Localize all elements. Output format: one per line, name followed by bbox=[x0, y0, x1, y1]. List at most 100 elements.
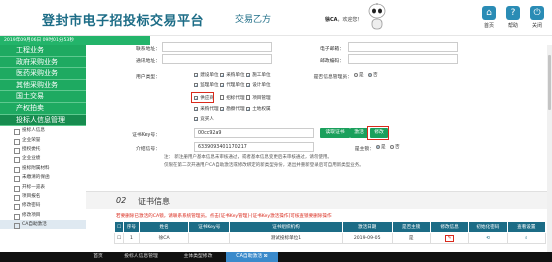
email-input[interactable] bbox=[348, 42, 458, 52]
reset-icon[interactable]: ⟲ bbox=[486, 236, 490, 241]
checkbox-icon: ✓ bbox=[246, 106, 251, 112]
postal-input[interactable] bbox=[162, 54, 272, 64]
col-view: 查看设置 bbox=[506, 221, 547, 233]
delete-warning: 若要删除已激活的CA锁，请联系系统管理员。点击[证书Key管理]-[证书Key激… bbox=[116, 214, 332, 219]
section-title: 证书信息 bbox=[138, 197, 170, 206]
sidebar-group-engineering[interactable]: 工程业务 bbox=[0, 45, 86, 57]
type-checkbox-designer[interactable]: ✓ 设计单位 bbox=[246, 82, 271, 88]
edit-icon[interactable]: ✎ bbox=[444, 234, 455, 242]
read-cert-button[interactable]: 读取证书 bbox=[320, 128, 350, 138]
type-checkbox-project-mgmt[interactable]: 项目管理 bbox=[246, 95, 271, 101]
scrollbar-thumb[interactable] bbox=[548, 55, 551, 110]
col-org: 证书组织机构 bbox=[229, 221, 343, 233]
greeting-text: ，欢迎您！ bbox=[337, 17, 363, 23]
col-modify: 修改信息 bbox=[429, 221, 470, 233]
sidebar-item-registration[interactable]: 项目报名 bbox=[0, 191, 86, 202]
sidebar-item-guarantee[interactable]: 未缴清的保函 bbox=[0, 173, 86, 183]
sidebar-group-land[interactable]: 国土交易 bbox=[0, 91, 86, 103]
sidebar-group-other-procurement[interactable]: 其他采购业务 bbox=[0, 79, 86, 92]
checkbox-icon: ✓ bbox=[194, 116, 199, 122]
cell-init-pwd[interactable]: ⟲ bbox=[468, 232, 508, 244]
user-name: 徐CA bbox=[325, 17, 338, 23]
sidebar-item-attachments[interactable]: 投标附属材料 bbox=[0, 163, 86, 174]
col-key: 证书Key号 bbox=[188, 221, 231, 233]
sidebar-group-property[interactable]: 产权拍卖 bbox=[0, 102, 86, 115]
cell-name: 徐CA bbox=[138, 232, 190, 244]
sidebar-item-ca-activate[interactable]: CA自助激活 bbox=[0, 220, 86, 230]
contact-addr-input[interactable] bbox=[162, 42, 272, 52]
home-button[interactable]: ⌂ 首页 bbox=[477, 6, 501, 29]
col-name: 姓名 bbox=[138, 221, 190, 233]
checkbox-icon: ✓ bbox=[220, 106, 225, 112]
cell-modify[interactable]: ✎ bbox=[429, 232, 470, 244]
activate-button[interactable]: 激活 bbox=[350, 128, 368, 138]
sidebar-item-honors[interactable]: 企业荣誉 bbox=[0, 135, 86, 145]
row-checkbox[interactable]: ☐ bbox=[113, 232, 125, 244]
view-icon[interactable]: ⌕ bbox=[525, 236, 528, 241]
cell-view[interactable]: ⌕ bbox=[506, 232, 547, 244]
bottom-tabbar: 首页 投标人信息管理 主体类型修改 CA自助激活 ⊠ bbox=[0, 252, 552, 262]
sidebar-item-edit-project[interactable]: 修改项目 bbox=[0, 210, 86, 221]
type-checkbox-land-owner[interactable]: ✓ 土地权属 bbox=[246, 106, 271, 112]
checkbox-icon: ✓ bbox=[246, 72, 251, 78]
main-key-radio-yes[interactable]: 是 bbox=[376, 144, 386, 150]
intro-input[interactable]: 6339093401170217 bbox=[194, 142, 314, 152]
home-label: 首页 bbox=[483, 23, 494, 29]
tab-ca-activate[interactable]: CA自助激活 ⊠ bbox=[226, 252, 278, 262]
cell-no: 1 bbox=[123, 232, 140, 244]
home-icon: ⌂ bbox=[482, 6, 496, 20]
sidebar-item-authorization[interactable]: 授权委托 bbox=[0, 144, 86, 155]
radio-icon bbox=[376, 144, 380, 149]
checkbox-icon: ✓ bbox=[246, 82, 251, 88]
admin-radio-yes[interactable]: 是 bbox=[354, 72, 364, 78]
help-label: 帮助 bbox=[507, 23, 518, 29]
sidebar-item-bidder-info[interactable]: 投标人信息 bbox=[0, 126, 86, 136]
select-all-checkbox[interactable]: ☐ bbox=[113, 221, 125, 233]
checkbox-icon bbox=[220, 95, 225, 100]
cert-key-input[interactable]: 00cc92a9 bbox=[194, 128, 314, 138]
postal-label: 通讯地址： bbox=[136, 59, 160, 64]
type-checkbox-survey-agent[interactable]: ✓ 勘察代理 bbox=[220, 106, 245, 112]
main-key-label: 是主锁： bbox=[354, 147, 374, 152]
admin-radio-no[interactable]: 否 bbox=[368, 72, 378, 78]
type-checkbox-supervisor[interactable]: ✓ 监理单位 bbox=[194, 82, 219, 88]
type-checkbox-purchase-agent[interactable]: ✓ 采购代理 bbox=[194, 106, 219, 112]
radio-icon bbox=[368, 72, 372, 77]
tab-home[interactable]: 首页 bbox=[84, 252, 112, 262]
sidebar-item-performance[interactable]: 企业业绩 bbox=[0, 154, 86, 164]
type-checkbox-bid-agent[interactable]: 招标代理 bbox=[220, 95, 245, 101]
type-checkbox-contractor[interactable]: ✓ 施工单位 bbox=[246, 72, 271, 78]
modify-highlight bbox=[367, 126, 389, 140]
sidebar-group-medical-procurement[interactable]: 医药采购业务 bbox=[0, 68, 86, 80]
help-button[interactable]: ? 帮助 bbox=[501, 6, 525, 29]
role-label: 交易乙方 bbox=[235, 15, 272, 25]
type-checkbox-construction[interactable]: ✓ 建设单位 bbox=[194, 72, 219, 78]
col-no: 序号 bbox=[123, 221, 140, 233]
section-number: 02 bbox=[116, 196, 127, 205]
postcode-input[interactable] bbox=[348, 54, 458, 64]
checkbox-icon: ✓ bbox=[194, 106, 199, 112]
close-button[interactable]: ⏻ 关闭 bbox=[525, 6, 549, 29]
mascot-robot-icon bbox=[368, 3, 386, 30]
datetime: 2019年09月06日 09时01分53秒 bbox=[0, 36, 150, 45]
type-checkbox-bidder[interactable]: ✓ 竞买人 bbox=[194, 116, 214, 122]
postcode-label: 邮政编码： bbox=[320, 59, 344, 64]
table-header-row: ☐ 序号 姓名 证书Key号 证书组织机构 激活日期 是否主锁 修改信息 初始化… bbox=[113, 221, 547, 233]
table-row: ☐ 1 徐CA 测试投标单位1 2019-09-05 是 ✎ ⟲ ⌕ bbox=[113, 232, 547, 244]
main-key-radio-no[interactable]: 否 bbox=[390, 144, 400, 150]
close-tab-icon[interactable]: ⊠ bbox=[264, 254, 268, 259]
tab-type-modify[interactable]: 主体类型修改 bbox=[170, 252, 226, 262]
scrollbar[interactable] bbox=[547, 45, 552, 252]
tab-bidder-info[interactable]: 投标人信息管理 bbox=[112, 252, 170, 262]
col-date: 激活日期 bbox=[341, 221, 393, 233]
user-type-label: 用户类型： bbox=[136, 75, 160, 80]
sidebar-item-password[interactable]: 修改密码 bbox=[0, 201, 86, 211]
cert-section-header: 02 证书信息 bbox=[86, 191, 552, 209]
type-checkbox-agent[interactable]: ✓ 代理单位 bbox=[220, 82, 245, 88]
close-label: 关闭 bbox=[531, 23, 542, 29]
sidebar-group-gov-procurement[interactable]: 政府采购业务 bbox=[0, 56, 86, 69]
sidebar: 2019年09月06日 09时01分53秒 工程业务 政府采购业务 医药采购业务… bbox=[0, 36, 150, 252]
sidebar-group-bidder-info[interactable]: 投标人信息管理 bbox=[0, 114, 86, 127]
type-checkbox-purchaser[interactable]: ✓ 采购单位 bbox=[220, 72, 245, 78]
sidebar-item-bid-list[interactable]: 开标一览表 bbox=[0, 182, 86, 192]
